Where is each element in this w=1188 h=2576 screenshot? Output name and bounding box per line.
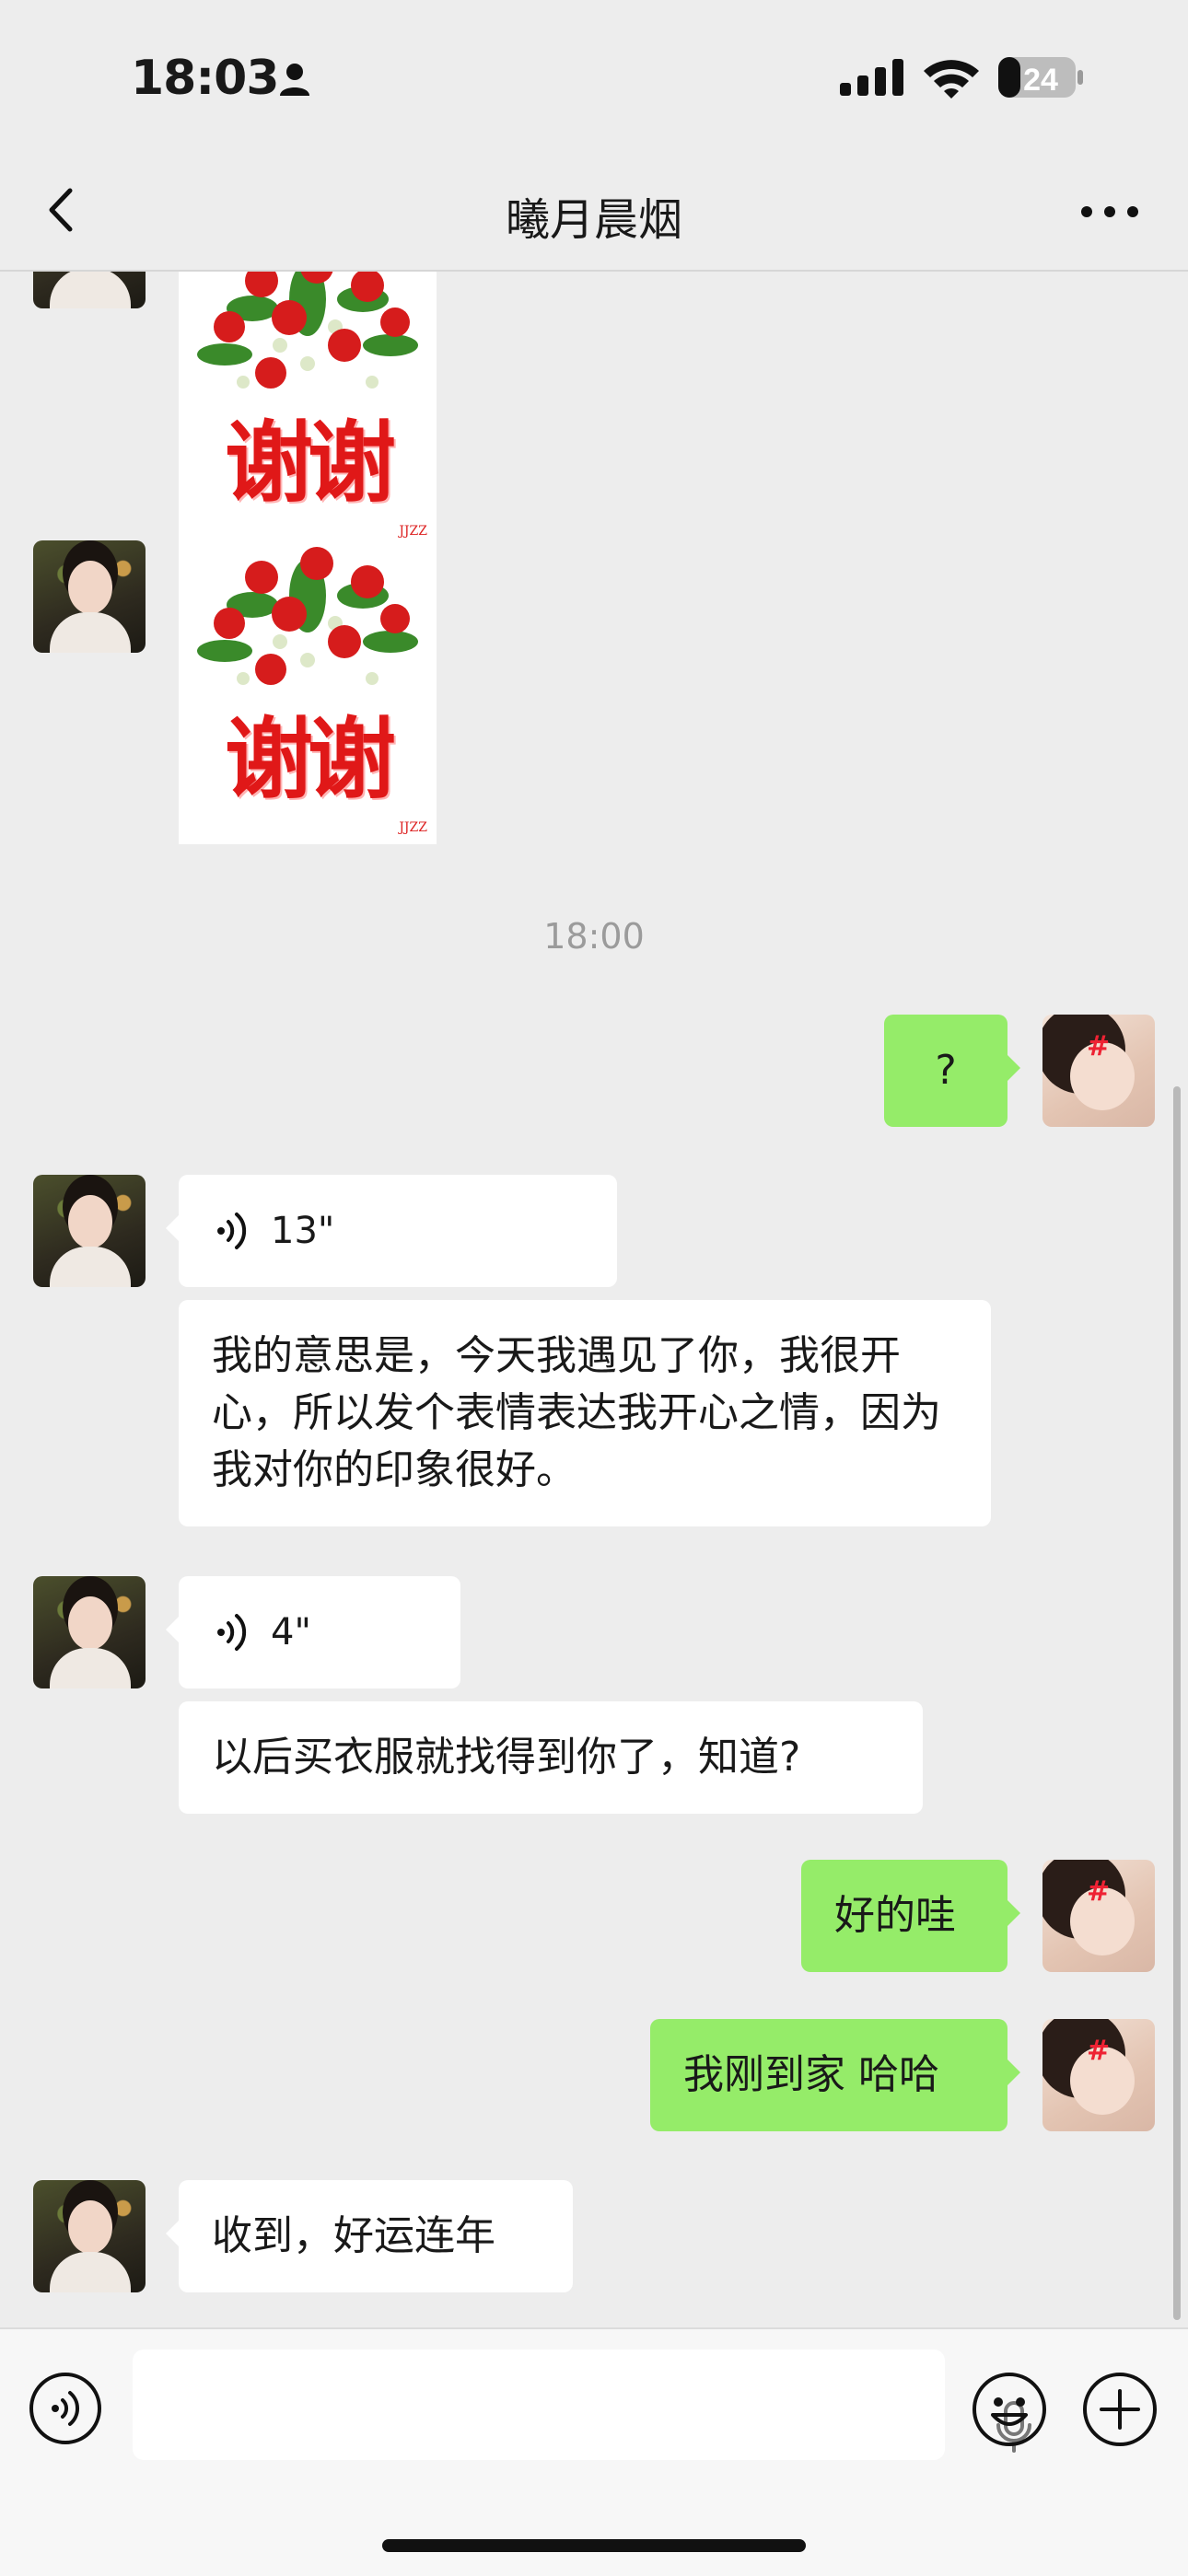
more-options-button[interactable] (1077, 189, 1142, 235)
home-indicator[interactable] (382, 2539, 806, 2552)
sticker-text: 谢谢 (225, 411, 396, 515)
anger-mark-icon: # (1087, 2035, 1111, 2067)
message-text: 我刚到家 哈哈 (683, 2051, 939, 2098)
my-avatar[interactable]: # (1042, 2019, 1155, 2131)
incoming-message[interactable]: 我的意思是，今天我遇见了你，我很开心，所以发个表情表达我开心之情，因为我对你的印… (179, 1300, 991, 1526)
wifi-icon (924, 60, 979, 99)
voice-message[interactable]: 4" (166, 1576, 460, 1688)
incoming-message[interactable]: 以后买衣服就找得到你了，知道? (179, 1701, 923, 1814)
outgoing-message[interactable]: ? (884, 1015, 1020, 1127)
message-text: 好的哇 (834, 1892, 956, 1939)
voice-wave-icon (217, 1213, 247, 1249)
sticker-text: 谢谢 (225, 707, 396, 811)
battery-icon: 24 (998, 57, 1083, 98)
status-bar: 18:03 24 (0, 0, 1188, 152)
person-icon (280, 64, 309, 96)
voice-input-toggle-button[interactable] (28, 2371, 103, 2446)
incoming-message[interactable]: 收到，好运连年 (166, 2180, 573, 2292)
chat-title: 曦月晨烟 (505, 194, 682, 246)
nav-bar: 曦月晨烟 (0, 152, 1188, 272)
status-time: 18:03 (131, 51, 280, 106)
battery-level: 24 (1023, 63, 1058, 98)
cellular-signal-icon (840, 59, 903, 96)
contact-avatar[interactable] (33, 2180, 146, 2292)
voice-message[interactable]: 13" (166, 1175, 617, 1287)
sticker-message[interactable]: 谢谢 JJZZ (179, 540, 437, 844)
outgoing-message[interactable]: 我刚到家 哈哈 (650, 2019, 1020, 2131)
emoji-button[interactable] (971, 2371, 1048, 2448)
message-text: ? (935, 1047, 957, 1094)
sticker-watermark: JJZZ (399, 820, 427, 835)
more-functions-button[interactable] (1081, 2371, 1159, 2448)
contact-avatar[interactable] (33, 1175, 146, 1287)
contact-avatar[interactable] (33, 1576, 146, 1688)
contact-avatar[interactable] (33, 540, 146, 653)
voice-wave-icon (217, 1614, 247, 1651)
chat-scrollbar[interactable] (1173, 1086, 1181, 2320)
message-text: 收到，好运连年 (212, 2212, 495, 2259)
outgoing-message[interactable]: 好的哇 (801, 1860, 1020, 1972)
anger-mark-icon: # (1087, 1030, 1111, 1062)
message-list[interactable]: 谢谢 JJZZ 谢谢 JJZZ 18:00 # ? 13" 我的意思是，今天我遇… (0, 272, 1188, 2325)
message-text: 我的意思是，今天我遇见了你，我很开心，所以发个表情表达我开心之情，因为我对你的印… (212, 1332, 941, 1493)
message-text: 以后买衣服就找得到你了，知道? (212, 1734, 801, 1781)
sticker-watermark: JJZZ (399, 524, 427, 539)
my-avatar[interactable]: # (1042, 1860, 1155, 1972)
voice-duration: 4" (271, 1611, 311, 1654)
my-avatar[interactable]: # (1042, 1015, 1155, 1127)
message-input[interactable] (133, 2350, 1031, 2460)
message-timestamp: 18:00 (543, 916, 645, 957)
contact-avatar[interactable] (33, 272, 146, 308)
anger-mark-icon: # (1087, 1875, 1111, 1908)
sticker-message[interactable]: 谢谢 JJZZ (179, 272, 437, 548)
voice-duration: 13" (271, 1210, 335, 1252)
